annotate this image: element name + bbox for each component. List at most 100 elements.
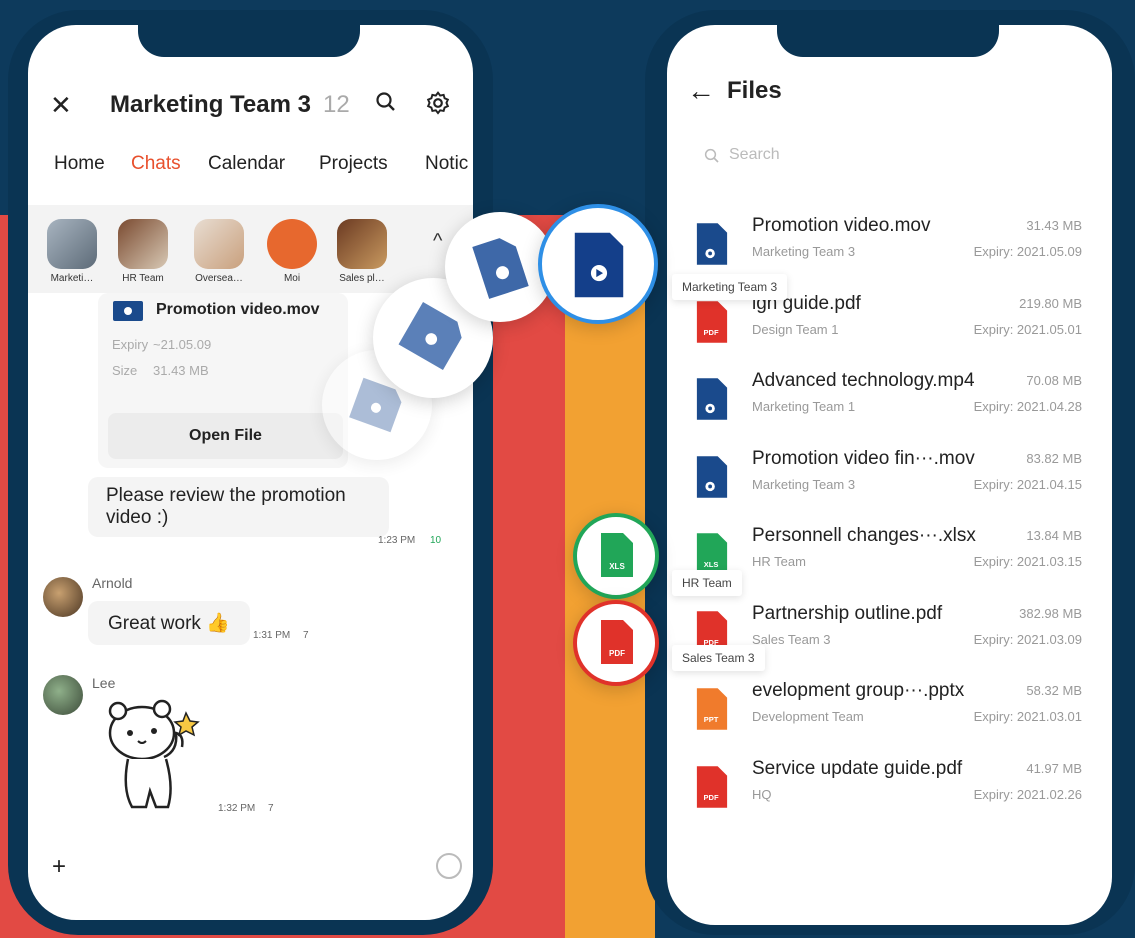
file-team: Sales Team 3: [752, 631, 831, 647]
avatar[interactable]: [43, 675, 83, 715]
xls-file-bubble: XLS: [573, 513, 659, 599]
file-name: Personnell changes···.xlsx: [752, 525, 976, 546]
file-type-label: PDF: [704, 793, 719, 802]
open-file-button[interactable]: Open File: [108, 413, 343, 459]
back-arrow-icon[interactable]: ←: [687, 77, 715, 105]
message-time: 1:23 PM: [378, 535, 416, 546]
file-team: HQ: [752, 786, 772, 802]
member-chip[interactable]: HR Team: [117, 219, 169, 284]
close-icon[interactable]: ✕: [50, 92, 72, 118]
files-title: Files: [727, 77, 782, 104]
member-chip[interactable]: Moi: [266, 219, 318, 284]
video-file-icon: [472, 238, 529, 299]
chevron-up-icon[interactable]: ^: [433, 230, 442, 253]
gear-icon[interactable]: [425, 90, 451, 121]
chat-phone: ✕ Marketing Team 3 12 Home Chats Calenda…: [8, 10, 493, 935]
file-expiry: Expiry: 2021.05.01: [973, 321, 1082, 337]
search-input[interactable]: Search: [697, 143, 1077, 171]
avatar: [267, 219, 317, 269]
file-type-label: PPT: [704, 715, 719, 724]
file-size: 382.98 MB: [1019, 605, 1082, 621]
message-bubble: Please review the promotion video :): [88, 477, 389, 537]
message-input-bar: +: [28, 835, 473, 920]
file-team: Design Team 1: [752, 321, 839, 337]
pdf-file-bubble: PDF: [573, 600, 659, 686]
message-text: Please review the promotion video :): [106, 485, 346, 528]
message-time: 1:31 PM: [253, 630, 291, 641]
chat-tabs: Home Chats Calendar Projects Notic: [28, 153, 473, 189]
message-text: Great work 👍: [108, 613, 230, 634]
file-size: 31.43 MB: [1026, 218, 1082, 233]
pdf-file-icon: PDF: [696, 300, 728, 343]
video-file-icon: [696, 455, 728, 498]
file-expiry: Expiry: 2021.03.09: [973, 631, 1082, 647]
tab-home[interactable]: Home: [54, 153, 105, 175]
file-row[interactable]: PPT evelopment group···.pptx Development T…: [667, 680, 1112, 752]
video-file-icon: [696, 378, 728, 420]
member-name: Oversea…: [195, 273, 243, 284]
file-row[interactable]: PDF ign guide.pdf Design Team 1 219.80 MB Ex…: [667, 293, 1112, 365]
read-count: 7: [303, 630, 309, 641]
file-size: 41.97 MB: [1026, 760, 1082, 776]
file-expiry: Expiry: 2021.05.09: [973, 244, 1082, 259]
file-row[interactable]: Promotion video fin···.mov Marketing Team…: [667, 448, 1112, 520]
xls-label: XLS: [609, 562, 625, 571]
file-team: HR Team: [752, 554, 806, 569]
file-row[interactable]: PDF Service update guide.pdf HQ 41.97 MB Exp…: [667, 758, 1112, 830]
avatar: [194, 219, 244, 269]
team-tag: HR Team: [672, 570, 742, 596]
file-size: 58.32 MB: [1026, 683, 1082, 698]
message-bubble: Great work 👍: [88, 601, 250, 645]
file-name: Promotion video.mov: [752, 215, 931, 236]
chat-title: Marketing Team 3: [110, 91, 311, 118]
file-size: 83.82 MB: [1026, 450, 1082, 466]
size-value: 31.43 MB: [153, 363, 209, 378]
file-row[interactable]: Advanced technology.mp4 Marketing Team 1 7…: [667, 370, 1112, 442]
message-time: 1:32 PM: [218, 803, 256, 814]
member-name: HR Team: [122, 273, 164, 284]
team-tag: Sales Team 3: [672, 645, 765, 671]
xls-file-icon: XLS: [601, 533, 633, 577]
pdf-file-icon: PDF: [696, 765, 728, 808]
pdf-file-icon: PDF: [601, 620, 633, 664]
selected-file-bubble: [538, 204, 658, 324]
avatar: [337, 219, 387, 269]
file-expiry: Expiry: 2021.03.15: [973, 554, 1082, 569]
avatar: [47, 219, 97, 269]
pdf-label: PDF: [609, 649, 625, 658]
avatar[interactable]: [43, 577, 83, 617]
phone-notch: [138, 25, 360, 57]
member-chip[interactable]: Oversea…: [193, 219, 245, 284]
file-type-label: XLS: [704, 560, 719, 569]
tab-calendar[interactable]: Calendar: [208, 153, 285, 175]
file-name: Advanced technology.mp4: [752, 370, 975, 391]
file-expiry: Expiry: 2021.02.26: [973, 786, 1082, 802]
emoji-icon[interactable]: [436, 853, 462, 879]
expiry-value: ~21.05.09: [153, 337, 212, 352]
tab-chats[interactable]: Chats: [131, 153, 181, 175]
search-placeholder: Search: [729, 146, 780, 163]
avatar: [118, 219, 168, 269]
file-size: 219.80 MB: [1019, 295, 1082, 311]
member-chip[interactable]: Sales pl…: [336, 219, 388, 284]
file-name: evelopment group···.pptx: [752, 680, 965, 701]
ppt-file-icon: PPT: [696, 688, 728, 730]
plus-icon[interactable]: +: [52, 853, 66, 881]
search-icon[interactable]: [374, 90, 398, 119]
file-team: Marketing Team 1: [752, 399, 856, 414]
file-team: Development Team: [752, 709, 864, 724]
read-count: 7: [268, 803, 274, 814]
read-count: 10: [430, 535, 442, 546]
file-expiry: Expiry: 2021.04.15: [973, 476, 1082, 492]
file-size: 13.84 MB: [1026, 528, 1082, 543]
file-team: Marketing Team 3: [752, 476, 856, 492]
chat-header: ✕ Marketing Team 3 12: [28, 80, 473, 130]
tab-projects[interactable]: Projects: [319, 153, 388, 175]
file-name: Partnership outline.pdf: [752, 602, 943, 624]
file-team: Marketing Team 3: [752, 244, 856, 259]
video-file-icon: [574, 232, 624, 298]
video-file-icon: [113, 301, 143, 321]
tab-notice[interactable]: Notic: [425, 153, 468, 175]
expiry-label: Expiry: [112, 337, 149, 352]
member-chip[interactable]: Marketi…: [46, 219, 98, 284]
